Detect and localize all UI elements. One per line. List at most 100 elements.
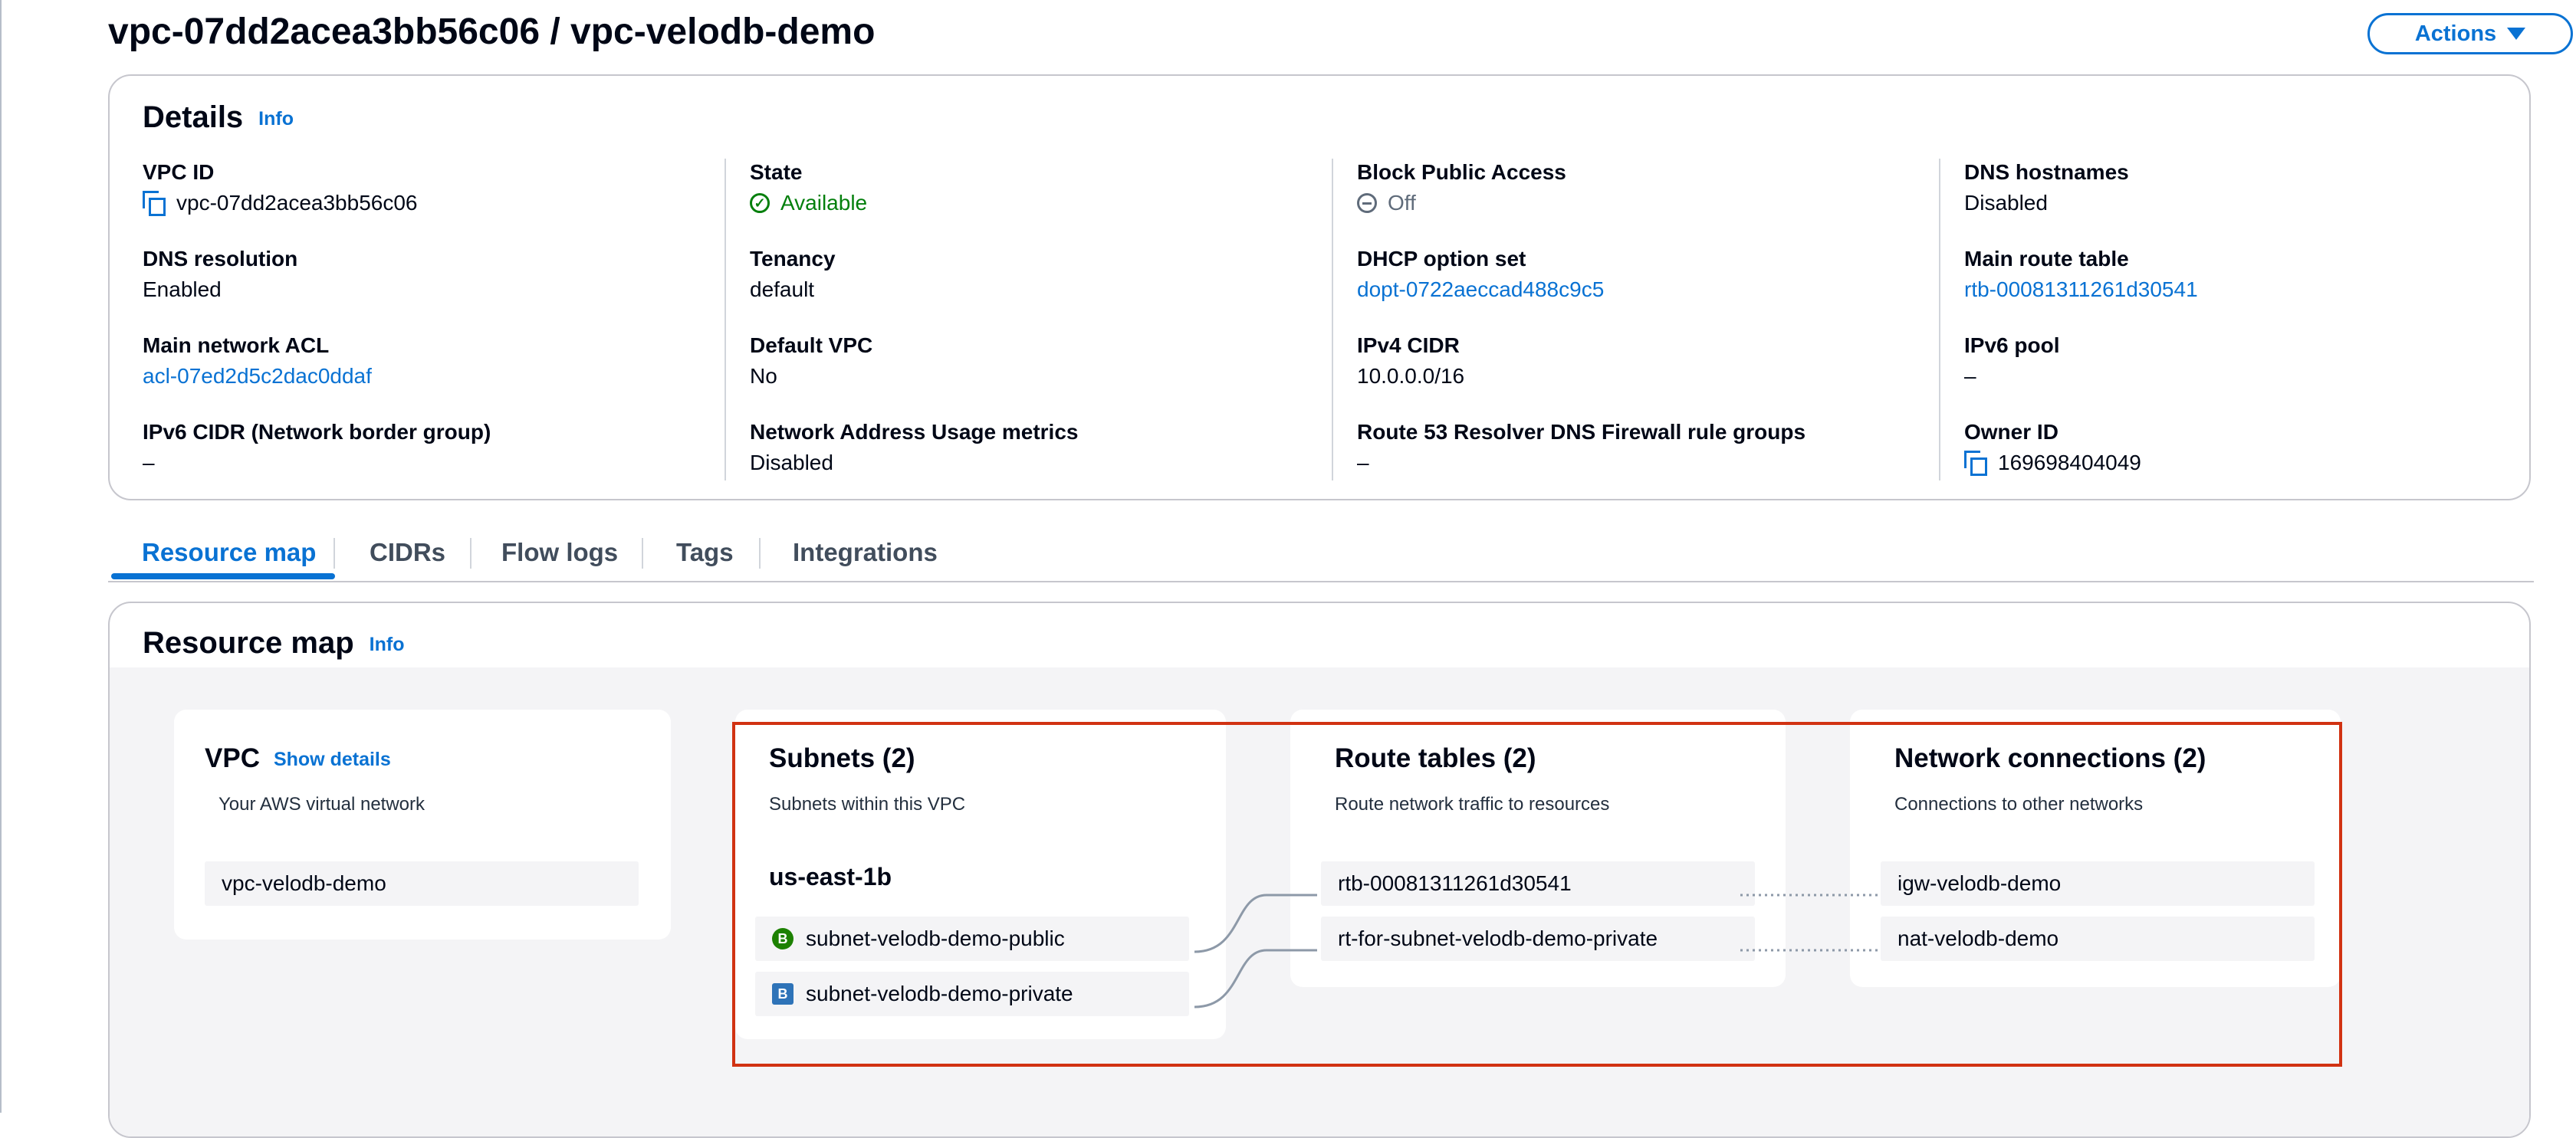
subnets-subtitle: Subnets within this VPC bbox=[769, 794, 966, 815]
field-value: – bbox=[143, 451, 155, 474]
actions-label: Actions bbox=[2414, 21, 2497, 46]
field-ipv6-pool: IPv6 pool – bbox=[1964, 333, 2059, 389]
network-connection-node[interactable]: nat-velodb-demo bbox=[1881, 917, 2315, 961]
tab-separator bbox=[642, 538, 643, 569]
route-tables-panel: Route tables (2) Route network traffic t… bbox=[1290, 710, 1786, 987]
vpc-id-value: vpc-07dd2acea3bb56c06 bbox=[176, 191, 418, 215]
tab-bar: Resource map CIDRs Flow logs Tags Integr… bbox=[111, 529, 2534, 582]
network-connections-subtitle: Connections to other networks bbox=[1894, 794, 2144, 815]
field-dns-resolution: DNS resolution Enabled bbox=[143, 247, 297, 302]
field-value: Off bbox=[1357, 191, 1566, 215]
vpc-panel: VPC Show details Your AWS virtual network… bbox=[174, 710, 671, 940]
field-value: vpc-07dd2acea3bb56c06 bbox=[143, 191, 418, 216]
subnet-name: subnet-velodb-demo-public bbox=[806, 926, 1065, 950]
copy-icon[interactable] bbox=[143, 191, 166, 216]
subnet-name: subnet-velodb-demo-private bbox=[806, 982, 1073, 1005]
field-label: Main network ACL bbox=[143, 333, 330, 357]
private-subnet-icon: B bbox=[772, 983, 794, 1005]
route-tables-title: Route tables (2) bbox=[1335, 743, 1536, 773]
resource-map-title: Resource map Info bbox=[143, 626, 405, 661]
field-label: Owner ID bbox=[1964, 420, 2058, 444]
minus-circle-icon bbox=[1357, 193, 1377, 213]
actions-button[interactable]: Actions bbox=[2367, 13, 2573, 54]
field-value: 10.0.0.0/16 bbox=[1357, 364, 1465, 388]
main-network-acl-link[interactable]: acl-07ed2d5c2dac0ddaf bbox=[143, 364, 372, 389]
field-state: State ✓ Available bbox=[750, 160, 867, 215]
tab-flow-logs[interactable]: Flow logs bbox=[501, 538, 618, 567]
field-block-public-access: Block Public Access Off bbox=[1357, 160, 1566, 215]
main-route-table-link[interactable]: rtb-00081311261d30541 bbox=[1964, 277, 2198, 302]
field-ipv6-cidr: IPv6 CIDR (Network border group) – bbox=[143, 420, 491, 475]
resource-map-canvas: VPC Show details Your AWS virtual network… bbox=[110, 667, 2529, 1136]
field-label: Main route table bbox=[1964, 247, 2129, 271]
field-value: ✓ Available bbox=[750, 191, 867, 215]
field-label: DHCP option set bbox=[1357, 247, 1526, 271]
field-label: IPv6 CIDR (Network border group) bbox=[143, 420, 491, 444]
tab-resource-map[interactable]: Resource map bbox=[142, 538, 316, 567]
page-left-rule bbox=[0, 0, 2, 1113]
subnets-panel: Subnets (2) Subnets within this VPC us-e… bbox=[735, 710, 1226, 1039]
field-label: Default VPC bbox=[750, 333, 873, 357]
tab-cidrs[interactable]: CIDRs bbox=[370, 538, 445, 567]
field-main-route-table: Main route table rtb-00081311261d30541 bbox=[1964, 247, 2198, 302]
resource-map-title-text: Resource map bbox=[143, 626, 354, 660]
network-connection-node[interactable]: igw-velodb-demo bbox=[1881, 861, 2315, 906]
route-table-node[interactable]: rt-for-subnet-velodb-demo-private bbox=[1321, 917, 1755, 961]
field-label: Tenancy bbox=[750, 247, 836, 271]
network-connections-title: Network connections (2) bbox=[1894, 743, 2206, 773]
field-value: Disabled bbox=[1964, 191, 2048, 215]
field-label: IPv4 CIDR bbox=[1357, 333, 1460, 357]
field-route53-firewall: Route 53 Resolver DNS Firewall rule grou… bbox=[1357, 420, 1806, 475]
resource-map-info-link[interactable]: Info bbox=[370, 634, 405, 655]
field-label: IPv6 pool bbox=[1964, 333, 2060, 357]
details-title: Details Info bbox=[143, 100, 294, 135]
field-value: Disabled bbox=[750, 451, 833, 474]
show-details-link[interactable]: Show details bbox=[274, 749, 391, 770]
field-value: 169698404049 bbox=[1964, 451, 2141, 476]
state-value: Available bbox=[780, 191, 868, 215]
field-main-network-acl: Main network ACL acl-07ed2d5c2dac0ddaf bbox=[143, 333, 372, 389]
copy-icon[interactable] bbox=[1964, 451, 1987, 476]
field-nau-metrics: Network Address Usage metrics Disabled bbox=[750, 420, 1078, 475]
column-divider bbox=[724, 159, 726, 480]
field-label: DNS resolution bbox=[143, 247, 298, 271]
field-dhcp-option-set: DHCP option set dopt-0722aeccad488c9c5 bbox=[1357, 247, 1604, 302]
field-label: Route 53 Resolver DNS Firewall rule grou… bbox=[1357, 420, 1806, 444]
vpc-panel-title: VPC Show details bbox=[205, 743, 391, 774]
field-tenancy: Tenancy default bbox=[750, 247, 836, 302]
subnet-node-public[interactable]: B subnet-velodb-demo-public bbox=[755, 917, 1189, 961]
field-value: No bbox=[750, 364, 777, 388]
owner-id-value: 169698404049 bbox=[1998, 451, 2141, 474]
field-value: Enabled bbox=[143, 277, 222, 301]
availability-zone-title: us-east-1b bbox=[769, 863, 892, 890]
tab-separator bbox=[334, 538, 335, 569]
tab-integrations[interactable]: Integrations bbox=[793, 538, 938, 567]
field-owner-id: Owner ID 169698404049 bbox=[1964, 420, 2141, 476]
network-connections-panel: Network connections (2) Connections to o… bbox=[1850, 710, 2341, 987]
field-default-vpc: Default VPC No bbox=[750, 333, 872, 389]
field-label: State bbox=[750, 160, 803, 184]
tab-separator bbox=[759, 538, 761, 569]
field-dns-hostnames: DNS hostnames Disabled bbox=[1964, 160, 2129, 215]
vpc-node[interactable]: vpc-velodb-demo bbox=[205, 861, 639, 906]
tab-separator bbox=[470, 538, 472, 569]
subnet-node-private[interactable]: B subnet-velodb-demo-private bbox=[755, 972, 1189, 1016]
field-label: Network Address Usage metrics bbox=[750, 420, 1079, 444]
field-label: VPC ID bbox=[143, 160, 215, 184]
field-value: – bbox=[1357, 451, 1369, 474]
column-divider bbox=[1939, 159, 1940, 480]
subnets-title: Subnets (2) bbox=[769, 743, 915, 773]
vpc-panel-title-text: VPC bbox=[205, 743, 260, 773]
vpc-panel-subtitle: Your AWS virtual network bbox=[219, 794, 426, 815]
active-tab-indicator bbox=[111, 573, 335, 579]
field-value: default bbox=[750, 277, 815, 301]
tab-tags[interactable]: Tags bbox=[676, 538, 734, 567]
route-tables-subtitle: Route network traffic to resources bbox=[1335, 794, 1610, 815]
route-table-node[interactable]: rtb-00081311261d30541 bbox=[1321, 861, 1755, 906]
field-label: Block Public Access bbox=[1357, 160, 1566, 184]
page-title: vpc-07dd2acea3bb56c06 / vpc-velodb-demo bbox=[108, 11, 876, 52]
resource-map-panel: Resource map Info VPC Show details Your AW… bbox=[108, 602, 2531, 1138]
details-info-link[interactable]: Info bbox=[258, 108, 294, 130]
dhcp-option-set-link[interactable]: dopt-0722aeccad488c9c5 bbox=[1357, 277, 1604, 302]
caret-down-icon bbox=[2507, 28, 2526, 40]
